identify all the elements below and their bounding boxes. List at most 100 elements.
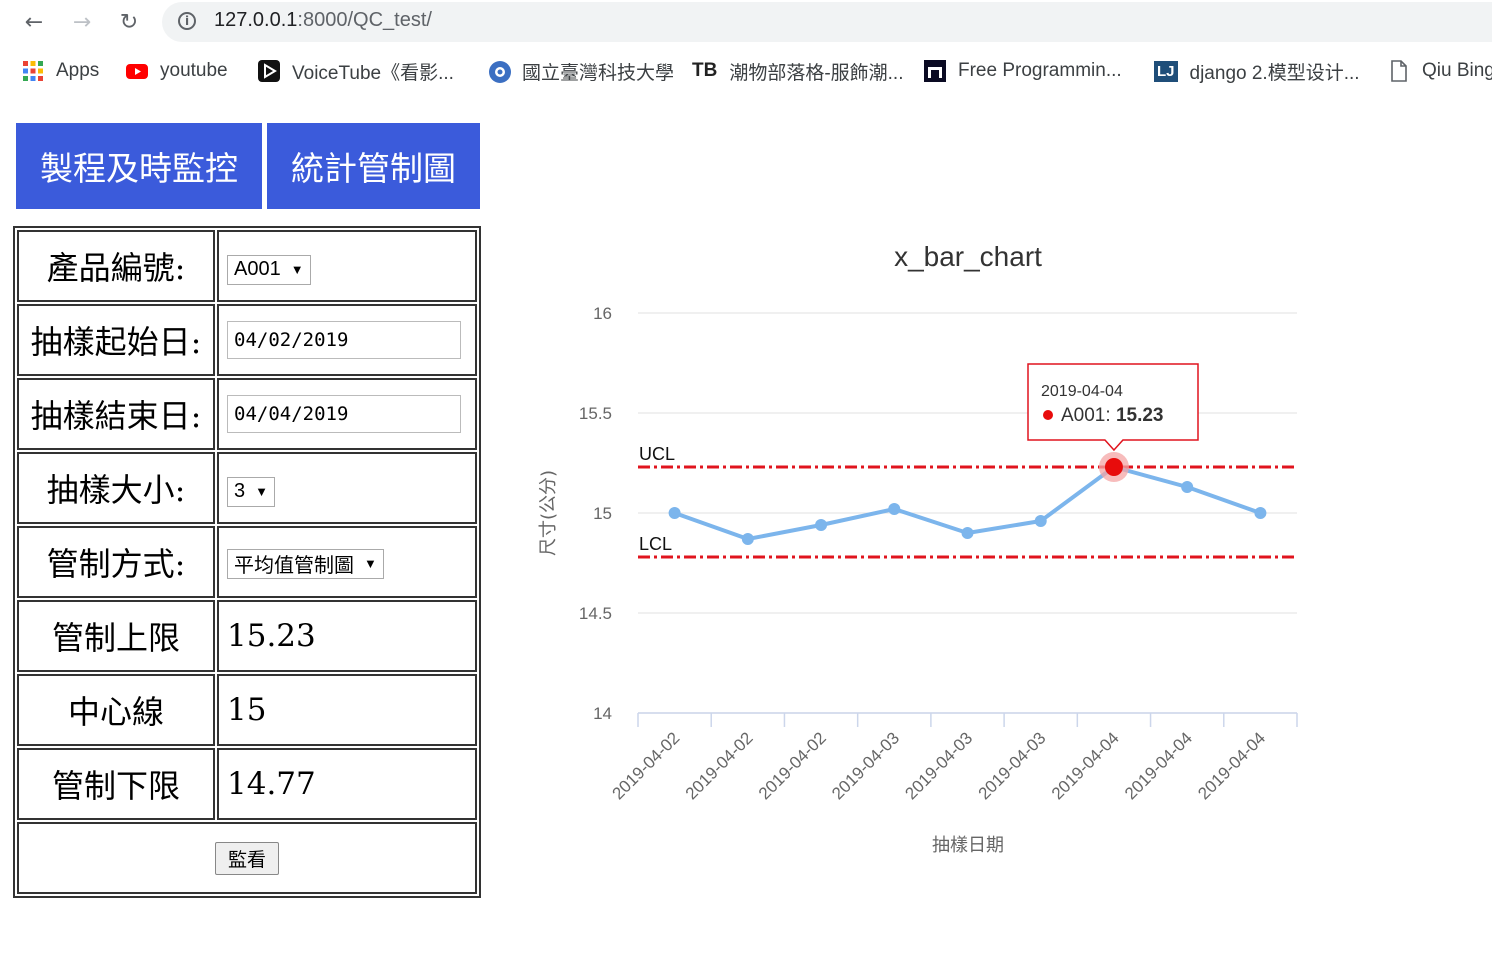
x-bar-chart: x_bar_chart 尺寸(公分) 抽樣日期 14 14.5 15 15.5 16 2… bbox=[538, 241, 1298, 856]
submit-cell: 監看 bbox=[17, 822, 477, 894]
data-point[interactable] bbox=[815, 519, 828, 531]
bookmark-label: 潮物部落格-服飾潮... bbox=[729, 62, 904, 84]
control-limit-lines: UCL LCL bbox=[638, 444, 1297, 559]
x-tick-label: 2019-04-03 bbox=[975, 728, 1050, 803]
end-date-cell: 04/04/2019 bbox=[217, 378, 477, 450]
bookmark-youtube[interactable]: youtube bbox=[126, 54, 228, 88]
control-chart-button[interactable]: 統計管制圖 bbox=[267, 123, 480, 209]
product-label: 產品編號: bbox=[17, 230, 215, 302]
x-axis-label: 抽樣日期 bbox=[932, 835, 1004, 856]
bookmark-tb[interactable]: TB 潮物部落格-服飾潮... bbox=[692, 54, 904, 88]
bookmark-voicetube[interactable]: VoiceTube《看影... bbox=[258, 54, 454, 88]
x-tick-label: 2019-04-04 bbox=[1121, 728, 1196, 803]
form-row-cl: 中心線 15 bbox=[17, 674, 477, 746]
bookmark-apps[interactable]: Apps bbox=[22, 54, 99, 88]
ntust-icon bbox=[488, 60, 511, 83]
bookmark-label: 國立臺灣科技大學 bbox=[522, 62, 675, 84]
form-row-start: 抽樣起始日: 04/02/2019 bbox=[17, 304, 477, 376]
start-date-label: 抽樣起始日: bbox=[17, 304, 215, 376]
site-info-icon[interactable]: i bbox=[178, 12, 196, 30]
series-a001 bbox=[668, 461, 1267, 545]
ucl-value: 15.23 bbox=[217, 600, 477, 672]
control-method-label: 管制方式: bbox=[17, 526, 215, 598]
data-point[interactable] bbox=[1034, 515, 1047, 527]
start-date-cell: 04/02/2019 bbox=[217, 304, 477, 376]
product-select[interactable]: A001 ▼ bbox=[227, 254, 311, 285]
x-tick-label: 2019-04-03 bbox=[901, 728, 976, 803]
monitor-submit-button[interactable]: 監看 bbox=[214, 841, 279, 875]
bookmark-label: Apps bbox=[56, 60, 100, 81]
x-tick-label: 2019-04-04 bbox=[1194, 728, 1269, 803]
form-row-submit: 監看 bbox=[17, 822, 477, 894]
y-axis-label: 尺寸(公分) bbox=[538, 470, 559, 556]
lcl-label: 管制下限 bbox=[17, 748, 215, 820]
ucl-label: 管制上限 bbox=[17, 600, 215, 672]
forward-arrow-icon[interactable]: → bbox=[66, 6, 98, 38]
y-tick-labels: 14 14.5 15 15.5 16 bbox=[579, 304, 612, 723]
end-date-input[interactable]: 04/04/2019 bbox=[227, 395, 461, 433]
form-row-ucl: 管制上限 15.23 bbox=[17, 600, 477, 672]
form-row-end: 抽樣結束日: 04/04/2019 bbox=[17, 378, 477, 450]
center-line-label: 中心線 bbox=[17, 674, 215, 746]
sample-size-label: 抽樣大小: bbox=[17, 452, 215, 524]
dropdown-arrow-icon: ▼ bbox=[290, 262, 304, 278]
page-icon bbox=[1388, 60, 1410, 82]
lcl-label: LCL bbox=[639, 534, 672, 554]
product-select-value: A001 bbox=[234, 258, 281, 281]
tb-icon: TB bbox=[692, 60, 718, 81]
x-tick-label: 2019-04-04 bbox=[1048, 728, 1123, 803]
form-row-product: 產品編號: A001 ▼ bbox=[17, 230, 477, 302]
freecodecamp-icon bbox=[924, 60, 946, 82]
y-tick-label: 15 bbox=[593, 504, 612, 523]
x-tick-label: 2019-04-02 bbox=[755, 728, 830, 803]
data-point[interactable] bbox=[1254, 507, 1267, 519]
bookmark-label: django 2.模型设计... bbox=[1189, 62, 1360, 84]
y-tick-label: 14 bbox=[593, 704, 612, 723]
x-tick-label: 2019-04-03 bbox=[828, 728, 903, 803]
query-form-table: 產品編號: A001 ▼ 抽樣起始日: 04/02/2019 抽樣結束日: 04/… bbox=[13, 226, 481, 898]
data-point[interactable] bbox=[961, 527, 974, 539]
apps-grid-icon bbox=[22, 60, 44, 82]
bookmark-django[interactable]: LJ django 2.模型设计... bbox=[1154, 54, 1360, 88]
form-row-size: 抽樣大小: 3 ▼ bbox=[17, 452, 477, 524]
bookmark-label: Free Programmin... bbox=[958, 60, 1122, 81]
tooltip-header: 2019-04-04 bbox=[1041, 383, 1123, 400]
data-point[interactable] bbox=[741, 533, 754, 545]
browser-chrome: ← → ↻ i 127.0.0.1:8000/QC_test/ Apps you… bbox=[0, 0, 1492, 100]
control-method-value: 平均值管制圖 bbox=[234, 555, 354, 577]
reload-icon[interactable]: ↻ bbox=[113, 6, 145, 38]
form-row-lcl: 管制下限 14.77 bbox=[17, 748, 477, 820]
sample-size-cell: 3 ▼ bbox=[217, 452, 477, 524]
end-date-label: 抽樣結束日: bbox=[17, 378, 215, 450]
bookmark-label: Qiu Bing bbox=[1422, 60, 1492, 81]
back-arrow-icon[interactable]: ← bbox=[18, 6, 50, 38]
dropdown-arrow-icon: ▼ bbox=[364, 556, 377, 571]
control-method-cell: 平均值管制圖 ▼ bbox=[217, 526, 477, 598]
dropdown-arrow-icon: ▼ bbox=[255, 484, 268, 500]
start-date-input[interactable]: 04/02/2019 bbox=[227, 321, 461, 359]
x-axis: 2019-04-022019-04-022019-04-022019-04-03… bbox=[609, 712, 1298, 803]
bookmark-label: youtube bbox=[160, 60, 228, 81]
y-tick-label: 14.5 bbox=[579, 604, 612, 623]
control-method-select[interactable]: 平均值管制圖 ▼ bbox=[227, 548, 384, 579]
data-point[interactable] bbox=[888, 503, 901, 515]
bookmark-freecodecamp[interactable]: Free Programmin... bbox=[924, 54, 1122, 88]
address-bar[interactable]: i 127.0.0.1:8000/QC_test/ bbox=[162, 2, 1492, 42]
bookmark-qiubing[interactable]: Qiu Bing bbox=[1388, 54, 1492, 88]
form-row-method: 管制方式: 平均值管制圖 ▼ bbox=[17, 526, 477, 598]
x-tick-label: 2019-04-02 bbox=[609, 728, 684, 803]
center-line-value: 15 bbox=[217, 674, 477, 746]
url-text: 127.0.0.1:8000/QC_test/ bbox=[214, 9, 432, 31]
sample-size-select[interactable]: 3 ▼ bbox=[227, 476, 275, 507]
x-tick-label: 2019-04-02 bbox=[682, 728, 757, 803]
y-tick-label: 15.5 bbox=[579, 404, 612, 423]
bookmark-ntust[interactable]: 國立臺灣科技大學 bbox=[488, 54, 674, 88]
data-point[interactable] bbox=[1181, 481, 1194, 493]
data-point[interactable] bbox=[668, 507, 681, 519]
tooltip-value: A001: 15.23 bbox=[1061, 405, 1163, 426]
realtime-monitor-button[interactable]: 製程及時監控 bbox=[16, 123, 262, 209]
hover-point[interactable] bbox=[1104, 458, 1123, 476]
lcl-value: 14.77 bbox=[217, 748, 477, 820]
bookmark-label: VoiceTube《看影... bbox=[292, 62, 454, 84]
lj-icon: LJ bbox=[1154, 60, 1178, 82]
